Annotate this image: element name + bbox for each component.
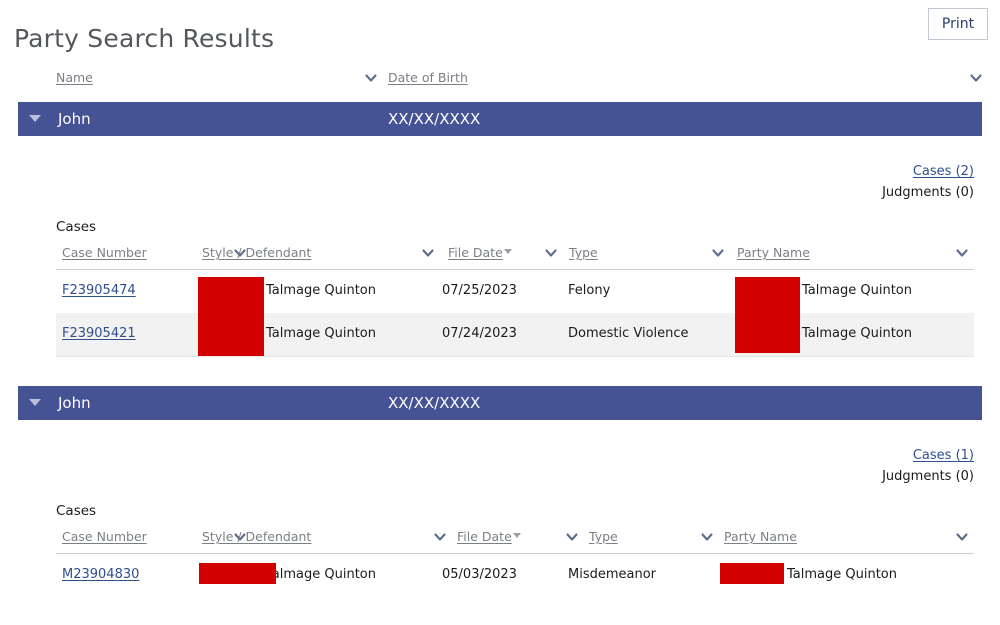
type-value: Felony [568, 283, 611, 298]
party-counts: Cases (2) Judgments (0) [744, 161, 974, 203]
file-date-value: 07/25/2023 [442, 283, 517, 298]
redaction-block [720, 563, 784, 584]
redaction-block [199, 563, 276, 584]
judgments-count: Judgments (0) [882, 469, 974, 484]
file-date-value: 05/03/2023 [442, 567, 517, 582]
triangle-down-icon[interactable] [29, 399, 41, 406]
party-search-results-page: Party Search Results Print Name Date of … [0, 0, 1000, 625]
cases-count-line: Cases (2) [744, 161, 974, 182]
type-value: Domestic Violence [568, 326, 689, 341]
sort-descending-icon [503, 249, 512, 254]
column-header-party-name[interactable]: Party Name [737, 245, 810, 260]
triangle-down-icon[interactable] [29, 115, 41, 122]
chevron-down-icon[interactable] [433, 530, 447, 544]
party-name: John [58, 110, 91, 128]
type-value: Misdemeanor [568, 567, 657, 582]
case-number-link[interactable]: M23904830 [62, 567, 139, 582]
column-header-case-number[interactable]: Case Number [62, 529, 147, 544]
outer-column-header-row: Name Date of Birth [18, 70, 982, 94]
file-date-value: 07/24/2023 [442, 326, 517, 341]
judgments-count: Judgments (0) [882, 185, 974, 200]
chevron-down-icon[interactable] [544, 246, 558, 260]
party-name: John [58, 394, 91, 412]
party-header-bar[interactable]: John XX/XX/XXXX [18, 386, 982, 420]
column-header-style-defendant[interactable]: Style / Defendant [202, 245, 311, 260]
case-number-link[interactable]: F23905421 [62, 326, 136, 341]
page-title: Party Search Results [14, 24, 275, 53]
column-header-file-date-label: File Date [448, 245, 503, 260]
cases-table: Case Number Style / Defendant File Date … [56, 529, 974, 597]
cases-link[interactable]: Cases (1) [913, 448, 974, 463]
redaction-block [735, 277, 800, 353]
column-header-file-date[interactable]: File Date [457, 529, 521, 544]
column-header-type[interactable]: Type [589, 529, 618, 544]
table-row[interactable]: F23905474 Talmage Quinton 07/25/2023 Fel… [56, 270, 974, 313]
cases-section-label: Cases [56, 219, 97, 235]
table-bottom-rule [56, 356, 974, 357]
style-defendant-value: Talmage Quinton [266, 567, 376, 582]
column-header-file-date[interactable]: File Date [448, 245, 512, 260]
cases-table-header-row: Case Number Style / Defendant File Date … [56, 245, 974, 270]
style-defendant-value: Talmage Quinton [266, 326, 376, 341]
column-header-party-name[interactable]: Party Name [724, 529, 797, 544]
chevron-down-icon[interactable] [711, 246, 725, 260]
redaction-block [198, 277, 264, 357]
party-header-bar[interactable]: John XX/XX/XXXX [18, 102, 982, 136]
column-header-type[interactable]: Type [569, 245, 598, 260]
table-row[interactable]: F23905421 Talmage Quinton 07/24/2023 Dom… [56, 313, 974, 356]
party-date-of-birth: XX/XX/XXXX [388, 110, 481, 128]
chevron-down-icon[interactable] [969, 71, 983, 85]
chevron-down-icon[interactable] [421, 246, 435, 260]
chevron-down-icon[interactable] [700, 530, 714, 544]
style-defendant-value: Talmage Quinton [266, 283, 376, 298]
cases-link[interactable]: Cases (2) [913, 164, 974, 179]
party-name-value: Talmage Quinton [802, 326, 912, 341]
cases-section-label: Cases [56, 503, 97, 519]
table-row[interactable]: M23904830 Talmage Quinton 05/03/2023 Mis… [56, 554, 974, 597]
column-header-case-number[interactable]: Case Number [62, 245, 147, 260]
chevron-down-icon[interactable] [955, 530, 969, 544]
chevron-down-icon[interactable] [955, 246, 969, 260]
case-number-link[interactable]: F23905474 [62, 283, 136, 298]
print-button[interactable]: Print [928, 8, 988, 40]
cases-table-header-row: Case Number Style / Defendant File Date … [56, 529, 974, 554]
column-header-date-of-birth[interactable]: Date of Birth [388, 70, 468, 85]
sort-descending-icon [512, 533, 521, 538]
chevron-down-icon[interactable] [364, 71, 378, 85]
print-button-label: Print [941, 16, 975, 32]
chevron-down-icon[interactable] [565, 530, 579, 544]
cases-count-line: Cases (1) [744, 445, 974, 466]
party-name-value: Talmage Quinton [802, 283, 912, 298]
party-date-of-birth: XX/XX/XXXX [388, 394, 481, 412]
column-header-file-date-label: File Date [457, 529, 512, 544]
column-header-name[interactable]: Name [56, 70, 93, 85]
column-header-style-defendant[interactable]: Style / Defendant [202, 529, 311, 544]
party-counts: Cases (1) Judgments (0) [744, 445, 974, 487]
party-name-value: Talmage Quinton [787, 567, 897, 582]
cases-table: Case Number Style / Defendant File Date … [56, 245, 974, 356]
